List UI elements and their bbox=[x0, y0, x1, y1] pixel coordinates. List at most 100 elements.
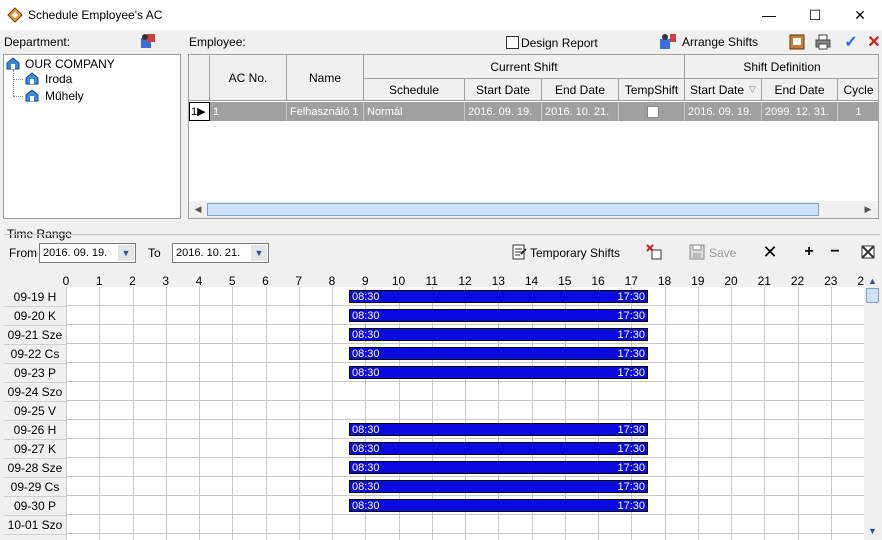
scroll-left-icon[interactable]: ◀ bbox=[191, 203, 205, 216]
hour-label: 9 bbox=[361, 274, 369, 288]
shift-bar[interactable]: 08:30 17:30 bbox=[349, 309, 648, 322]
tree-line bbox=[13, 79, 23, 80]
maximize-button[interactable]: ☐ bbox=[792, 0, 838, 30]
shift-bar[interactable]: 08:30 17:30 bbox=[349, 499, 648, 512]
top-toolbar: Department: Employee: Design Report Arra… bbox=[0, 30, 882, 54]
col-header-sd-end-date[interactable]: End Date bbox=[762, 79, 838, 101]
arrange-shifts-icon[interactable] bbox=[659, 32, 677, 50]
col-header-tempshift[interactable]: TempShift bbox=[619, 79, 685, 101]
building-icon bbox=[25, 72, 39, 85]
save-icon[interactable] bbox=[688, 243, 706, 261]
window-title: Schedule Employee's AC bbox=[28, 8, 163, 22]
shift-bar[interactable]: 08:30 17:30 bbox=[349, 347, 648, 360]
cell-name[interactable]: Felhasználó 1 bbox=[287, 102, 364, 121]
col-header-schedule[interactable]: Schedule bbox=[364, 79, 465, 101]
shift-bar[interactable]: 08:30 17:30 bbox=[349, 480, 648, 493]
horizontal-scrollbar[interactable]: ◀ ▶ bbox=[189, 201, 878, 218]
employee-label: Employee: bbox=[189, 35, 246, 49]
scroll-right-icon[interactable]: ▶ bbox=[861, 203, 875, 216]
shift-bar[interactable]: 08:30 17:30 bbox=[349, 366, 648, 379]
col-header-start-date[interactable]: Start Date bbox=[465, 79, 542, 101]
col-header-cycle[interactable]: Cycle bbox=[838, 79, 878, 101]
scrollbar-thumb[interactable] bbox=[207, 203, 819, 216]
tree-item-iroda[interactable]: Iroda bbox=[45, 72, 72, 86]
building-icon bbox=[6, 57, 20, 70]
shift-bar[interactable]: 08:30 17:30 bbox=[349, 328, 648, 341]
shift-bar[interactable]: 08:30 17:30 bbox=[349, 442, 648, 455]
report-icon[interactable] bbox=[788, 33, 806, 51]
scroll-up-icon[interactable]: ▲ bbox=[865, 274, 880, 287]
col-header-sd-start-date[interactable]: Start Date ▽ bbox=[685, 79, 762, 101]
shift-start-time: 08:30 bbox=[352, 328, 380, 341]
tree-item-muhely[interactable]: Műhely bbox=[45, 89, 84, 103]
hour-label: 6 bbox=[262, 274, 269, 288]
app-icon bbox=[7, 7, 23, 23]
vertical-scrollbar[interactable]: ▲ ▼ bbox=[864, 272, 881, 540]
hour-label: 21 bbox=[757, 274, 771, 288]
department-tree-icon[interactable] bbox=[139, 32, 157, 50]
remove-shift-icon[interactable] bbox=[645, 243, 663, 261]
hour-label: 13 bbox=[491, 274, 505, 288]
tempshift-checkbox[interactable] bbox=[647, 105, 659, 118]
arrange-shifts-button[interactable]: Arrange Shifts bbox=[682, 35, 758, 49]
hour-label: 12 bbox=[458, 274, 472, 288]
shift-bar[interactable]: 08:30 17:30 bbox=[349, 290, 648, 303]
confirm-icon[interactable]: ✓ bbox=[842, 33, 860, 51]
save-button[interactable]: Save bbox=[709, 246, 736, 260]
row-indicator[interactable]: 1 ▶ bbox=[189, 102, 210, 121]
day-label: 09-27 K bbox=[4, 440, 66, 459]
day-label: 09-19 H bbox=[4, 288, 66, 307]
col-header-ac-no[interactable]: AC No. bbox=[210, 55, 287, 101]
day-label: 09-21 Sze bbox=[4, 326, 66, 345]
hour-header: 0123456789101112131415161718192021222324 bbox=[0, 272, 871, 288]
schedule-grid[interactable]: 08:30 17:30 08:30 17:30 08:30 17:30 08:30 17:30… bbox=[66, 287, 864, 540]
cell-sd-start-date[interactable]: 2016. 09. 19. bbox=[685, 102, 762, 121]
cell-ac-no[interactable]: 1 bbox=[210, 102, 287, 121]
cell-start-date[interactable]: 2016. 09. 19. bbox=[465, 102, 542, 121]
hour-label: 15 bbox=[558, 274, 572, 288]
chevron-down-icon[interactable]: ▼ bbox=[251, 245, 267, 261]
employee-grid[interactable]: AC No. Name Current Shift Schedule Start… bbox=[188, 54, 879, 219]
scroll-down-icon[interactable]: ▼ bbox=[865, 524, 880, 537]
department-tree[interactable]: OUR COMPANY Iroda Műhely bbox=[3, 54, 181, 219]
to-label: To bbox=[148, 246, 161, 260]
sd-start-date-label: Start Date bbox=[690, 82, 745, 97]
to-date-picker[interactable]: 2016. 10. 21. ▼ bbox=[172, 243, 269, 263]
tree-root-label[interactable]: OUR COMPANY bbox=[25, 57, 115, 71]
shift-start-time: 08:30 bbox=[352, 290, 380, 303]
close-button[interactable]: ✕ bbox=[837, 0, 882, 30]
delete-icon[interactable]: ✕ bbox=[761, 242, 779, 262]
cell-end-date[interactable]: 2016. 10. 21. bbox=[542, 102, 619, 121]
hour-label: 0 bbox=[62, 274, 70, 288]
add-icon[interactable]: + bbox=[800, 243, 818, 261]
design-report-checkbox[interactable] bbox=[506, 36, 519, 49]
day-label: 09-24 Szo bbox=[4, 383, 66, 402]
minus-icon[interactable]: − bbox=[826, 243, 844, 261]
shift-end-time: 17:30 bbox=[617, 328, 645, 341]
hour-label: 14 bbox=[524, 274, 539, 288]
col-header-end-date[interactable]: End Date bbox=[542, 79, 619, 101]
minimize-button[interactable]: — bbox=[746, 0, 792, 30]
hour-label: 19 bbox=[691, 274, 705, 288]
chevron-down-icon[interactable]: ▼ bbox=[118, 245, 134, 261]
clear-icon[interactable] bbox=[859, 243, 877, 261]
cell-cycle[interactable]: 1 bbox=[838, 102, 878, 121]
cell-schedule[interactable]: Normál bbox=[364, 102, 465, 121]
day-label: 09-25 V bbox=[4, 402, 66, 421]
row-gridline bbox=[66, 305, 864, 306]
cancel-icon[interactable]: ✕ bbox=[865, 33, 882, 51]
shift-start-time: 08:30 bbox=[352, 461, 380, 474]
cell-sd-end-date[interactable]: 2099. 12. 31. bbox=[762, 102, 838, 121]
temporary-shifts-icon[interactable] bbox=[510, 243, 528, 261]
col-header-name[interactable]: Name bbox=[287, 55, 364, 101]
to-date-value: 2016. 10. 21. bbox=[176, 247, 241, 259]
scrollbar-thumb[interactable] bbox=[866, 288, 879, 303]
shift-bar[interactable]: 08:30 17:30 bbox=[349, 461, 648, 474]
from-date-picker[interactable]: 2016. 09. 19. ▼ bbox=[39, 243, 136, 263]
shift-bar[interactable]: 08:30 17:30 bbox=[349, 423, 648, 436]
print-icon[interactable] bbox=[814, 33, 832, 51]
temporary-shifts-button[interactable]: Temporary Shifts bbox=[530, 246, 620, 260]
cell-tempshift[interactable] bbox=[619, 102, 685, 121]
day-label: 09-23 P bbox=[4, 364, 66, 383]
day-label: 09-30 P bbox=[4, 497, 66, 516]
